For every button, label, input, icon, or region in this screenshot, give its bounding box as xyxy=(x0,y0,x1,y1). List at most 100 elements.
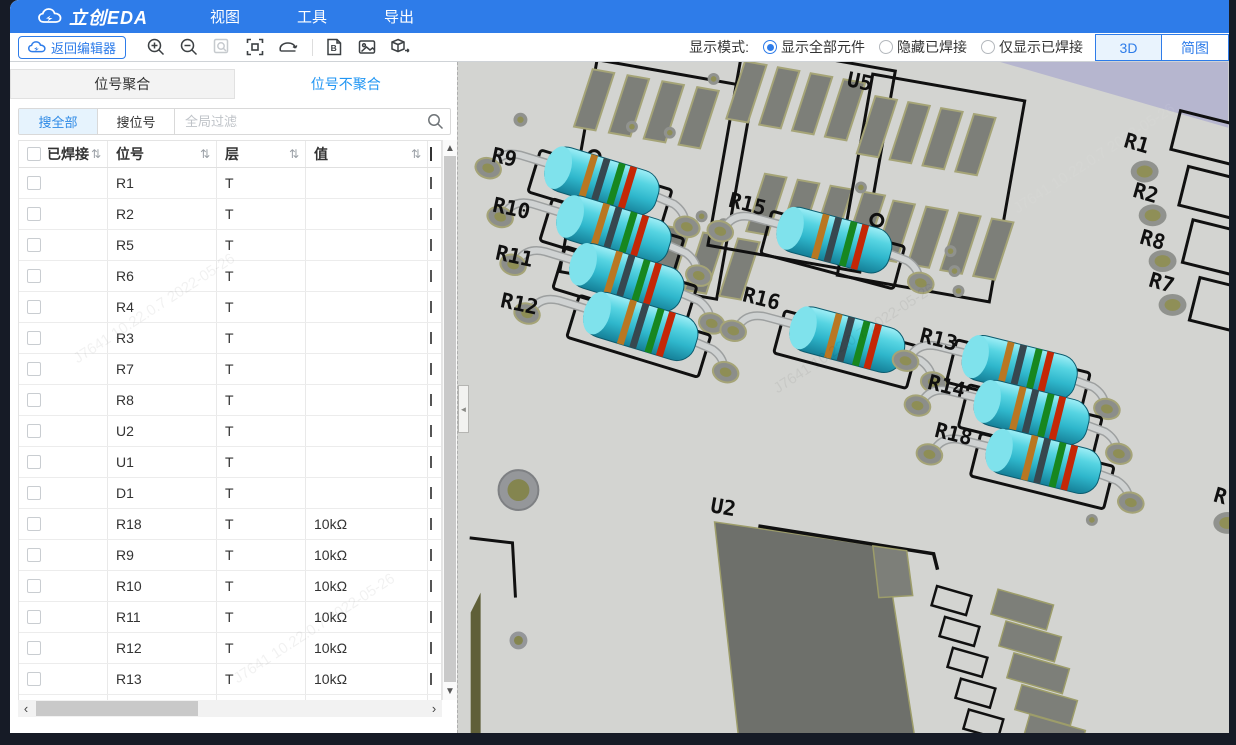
table-row[interactable]: R4 T xyxy=(19,292,441,323)
view-schematic-button[interactable]: 简图 xyxy=(1162,34,1229,61)
table-row[interactable]: U1 T xyxy=(19,447,441,478)
row-designator-cell: R7 xyxy=(108,354,217,384)
row-checkbox[interactable] xyxy=(27,269,41,283)
row-soldered-cell xyxy=(19,664,108,694)
scroll-right-arrow[interactable]: › xyxy=(426,700,442,717)
pcb-3d-viewport[interactable]: ◄ xyxy=(457,62,1229,733)
row-soldered-cell xyxy=(19,168,108,198)
table-row[interactable]: R7 T xyxy=(19,354,441,385)
row-designator-cell: R18 xyxy=(108,509,217,539)
tab-aggregated[interactable]: 位号聚合 xyxy=(10,69,235,99)
model-export-icon[interactable] xyxy=(388,35,412,59)
sort-value-icon[interactable]: ⇅ xyxy=(411,147,421,161)
sort-layer-icon[interactable]: ⇅ xyxy=(289,147,299,161)
display-mode-zone: 显示模式: 显示全部元件 隐藏已焊接 仅显示已焊接 xyxy=(689,37,1083,57)
sort-designator-icon[interactable]: ⇅ xyxy=(200,147,210,161)
search-all-button[interactable]: 搜全部 xyxy=(19,109,97,134)
zoom-out-icon[interactable] xyxy=(177,35,201,59)
row-checkbox[interactable] xyxy=(27,331,41,345)
row-soldered-cell xyxy=(19,571,108,601)
table-row[interactable]: R6 T xyxy=(19,261,441,292)
col-designator: 位号 ⇅ xyxy=(108,141,217,167)
table-row[interactable]: R8 T xyxy=(19,385,441,416)
radio-only-soldered[interactable]: 仅显示已焊接 xyxy=(981,37,1083,57)
row-checkbox[interactable] xyxy=(27,672,41,686)
row-checkbox[interactable] xyxy=(27,176,41,190)
select-all-checkbox[interactable] xyxy=(27,147,41,161)
table-row[interactable]: R3 T xyxy=(19,323,441,354)
bom-export-icon[interactable]: B xyxy=(322,35,346,59)
component-table: 已焊接 ⇅ 位号 ⇅ 层 ⇅ 值 ⇅ R1 T xyxy=(18,140,442,700)
radio-hide-soldered-dot[interactable] xyxy=(879,40,893,54)
row-clipped-cell xyxy=(428,168,442,198)
row-designator-cell: U2 xyxy=(108,416,217,446)
row-checkbox[interactable] xyxy=(27,455,41,469)
zoom-in-icon[interactable] xyxy=(144,35,168,59)
table-row[interactable]: R2 T xyxy=(19,199,441,230)
horizontal-scroll-thumb[interactable] xyxy=(36,701,198,716)
search-icon[interactable] xyxy=(420,109,450,134)
radio-show-all-dot[interactable] xyxy=(763,40,777,54)
row-checkbox[interactable] xyxy=(27,486,41,500)
image-export-icon[interactable] xyxy=(355,35,379,59)
fit-view-icon[interactable] xyxy=(243,35,267,59)
row-checkbox[interactable] xyxy=(27,424,41,438)
table-row[interactable]: R13 T 10kΩ xyxy=(19,664,441,695)
table-row[interactable]: R18 T 10kΩ xyxy=(19,509,441,540)
table-row[interactable]: R10 T 10kΩ xyxy=(19,571,441,602)
row-designator-cell: D1 xyxy=(108,478,217,508)
scroll-up-arrow[interactable]: ▲ xyxy=(443,141,457,155)
tab-not-aggregated[interactable]: 位号不聚合 xyxy=(235,69,458,99)
view-3d-button[interactable]: 3D xyxy=(1095,34,1162,61)
row-clipped-cell xyxy=(428,633,442,663)
table-row[interactable]: R9 T 10kΩ xyxy=(19,540,441,571)
row-soldered-cell xyxy=(19,509,108,539)
row-checkbox[interactable] xyxy=(27,238,41,252)
sort-soldered-icon[interactable]: ⇅ xyxy=(91,147,101,161)
row-checkbox[interactable] xyxy=(27,641,41,655)
col-soldered: 已焊接 ⇅ xyxy=(19,141,108,167)
table-row[interactable]: R12 T 10kΩ xyxy=(19,633,441,664)
col-soldered-label: 已焊接 xyxy=(47,144,89,164)
radio-hide-soldered-label: 隐藏已焊接 xyxy=(897,37,967,57)
row-checkbox[interactable] xyxy=(27,300,41,314)
row-soldered-cell xyxy=(19,323,108,353)
row-checkbox[interactable] xyxy=(27,548,41,562)
row-designator-cell: R2 xyxy=(108,199,217,229)
menu-export[interactable]: 导出 xyxy=(384,6,414,27)
row-checkbox[interactable] xyxy=(27,207,41,221)
back-to-editor-button[interactable]: 返回编辑器 xyxy=(18,36,126,59)
global-filter-input[interactable] xyxy=(175,109,420,134)
radio-only-soldered-dot[interactable] xyxy=(981,40,995,54)
row-checkbox[interactable] xyxy=(27,610,41,624)
table-row[interactable]: R1 T xyxy=(19,168,441,199)
radio-hide-soldered[interactable]: 隐藏已焊接 xyxy=(879,37,967,57)
table-row[interactable]: R5 T xyxy=(19,230,441,261)
row-layer-cell: T xyxy=(217,230,306,260)
scroll-down-arrow[interactable]: ▼ xyxy=(443,684,457,698)
row-checkbox[interactable] xyxy=(27,393,41,407)
scroll-left-arrow[interactable]: ‹ xyxy=(18,700,34,717)
panel-collapse-handle[interactable]: ◄ xyxy=(458,385,469,433)
box-zoom-icon[interactable] xyxy=(210,35,234,59)
row-checkbox[interactable] xyxy=(27,362,41,376)
component-panel: 位号聚合 位号不聚合 搜全部 搜位号 已焊接 ⇅ 位号 ⇅ xyxy=(10,62,457,733)
row-soldered-cell xyxy=(19,602,108,632)
radio-show-all[interactable]: 显示全部元件 xyxy=(763,37,865,57)
table-row[interactable]: D1 T xyxy=(19,478,441,509)
menu-tools[interactable]: 工具 xyxy=(297,6,327,27)
vertical-scroll-thumb[interactable] xyxy=(444,156,456,682)
vertical-scrollbar[interactable]: ▲ ▼ xyxy=(442,140,457,700)
row-value-cell: 10kΩ xyxy=(306,540,428,570)
pcb-3d-canvas[interactable]: R9 R10 R11 R12 R15 R16 R13 R14 R18 U5 U2… xyxy=(458,62,1229,733)
rotate-view-icon[interactable] xyxy=(276,35,300,59)
search-designator-button[interactable]: 搜位号 xyxy=(97,109,175,134)
row-checkbox[interactable] xyxy=(27,579,41,593)
menu-view[interactable]: 视图 xyxy=(210,6,240,27)
horizontal-scrollbar[interactable]: ‹ › xyxy=(18,700,442,717)
row-soldered-cell xyxy=(19,199,108,229)
table-row[interactable]: U2 T xyxy=(19,416,441,447)
row-checkbox[interactable] xyxy=(27,517,41,531)
table-row[interactable]: R11 T 10kΩ xyxy=(19,602,441,633)
board-edge-left xyxy=(471,593,481,733)
